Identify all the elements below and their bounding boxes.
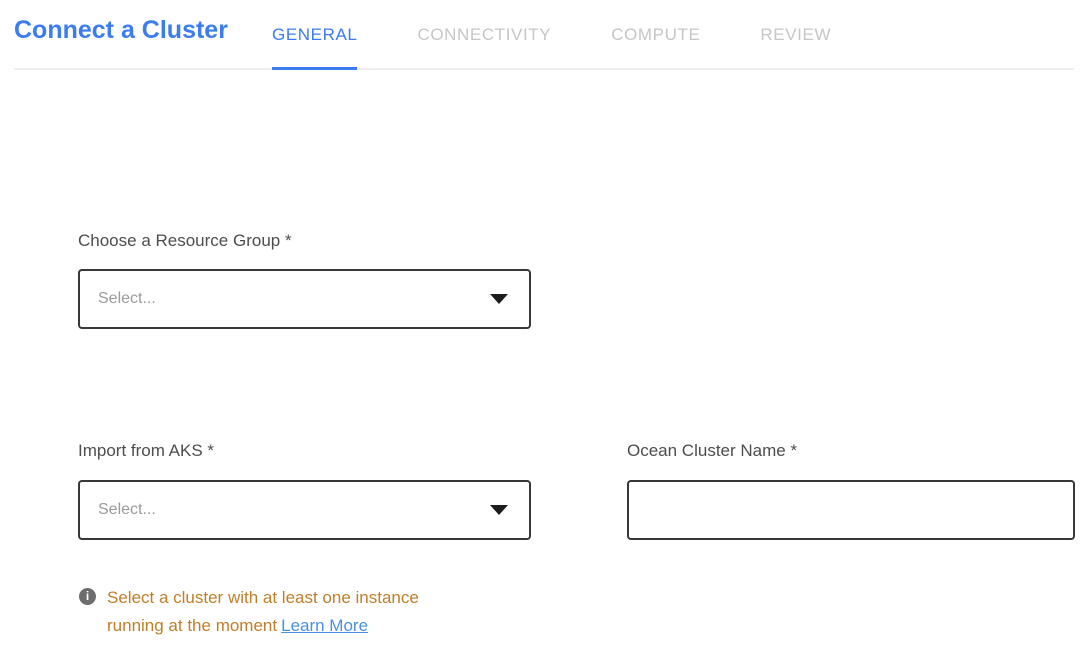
import-aks-placeholder: Select...: [98, 501, 156, 519]
cluster-name-label: Ocean Cluster Name *: [627, 441, 797, 461]
caret-down-icon: [490, 294, 508, 304]
cluster-name-input[interactable]: [627, 480, 1075, 540]
tab-compute[interactable]: COMPUTE: [611, 0, 700, 70]
resource-group-label: Choose a Resource Group *: [78, 231, 292, 251]
import-aks-select[interactable]: Select...: [78, 480, 531, 540]
resource-group-select[interactable]: Select...: [78, 269, 531, 329]
info-icon: i: [79, 588, 96, 605]
info-note: i Select a cluster with at least one ins…: [79, 584, 489, 640]
info-note-message: Select a cluster with at least one insta…: [107, 588, 419, 635]
tab-general[interactable]: GENERAL: [272, 0, 357, 70]
tab-review[interactable]: REVIEW: [760, 0, 831, 70]
info-note-text: Select a cluster with at least one insta…: [107, 584, 467, 640]
caret-down-icon: [490, 505, 508, 515]
learn-more-link[interactable]: Learn More: [281, 616, 368, 635]
tab-connectivity[interactable]: CONNECTIVITY: [417, 0, 551, 70]
resource-group-placeholder: Select...: [98, 290, 156, 308]
page-title: Connect a Cluster: [14, 16, 228, 45]
wizard-tabs: GENERAL CONNECTIVITY COMPUTE REVIEW: [272, 0, 891, 70]
import-aks-label: Import from AKS *: [78, 441, 214, 461]
